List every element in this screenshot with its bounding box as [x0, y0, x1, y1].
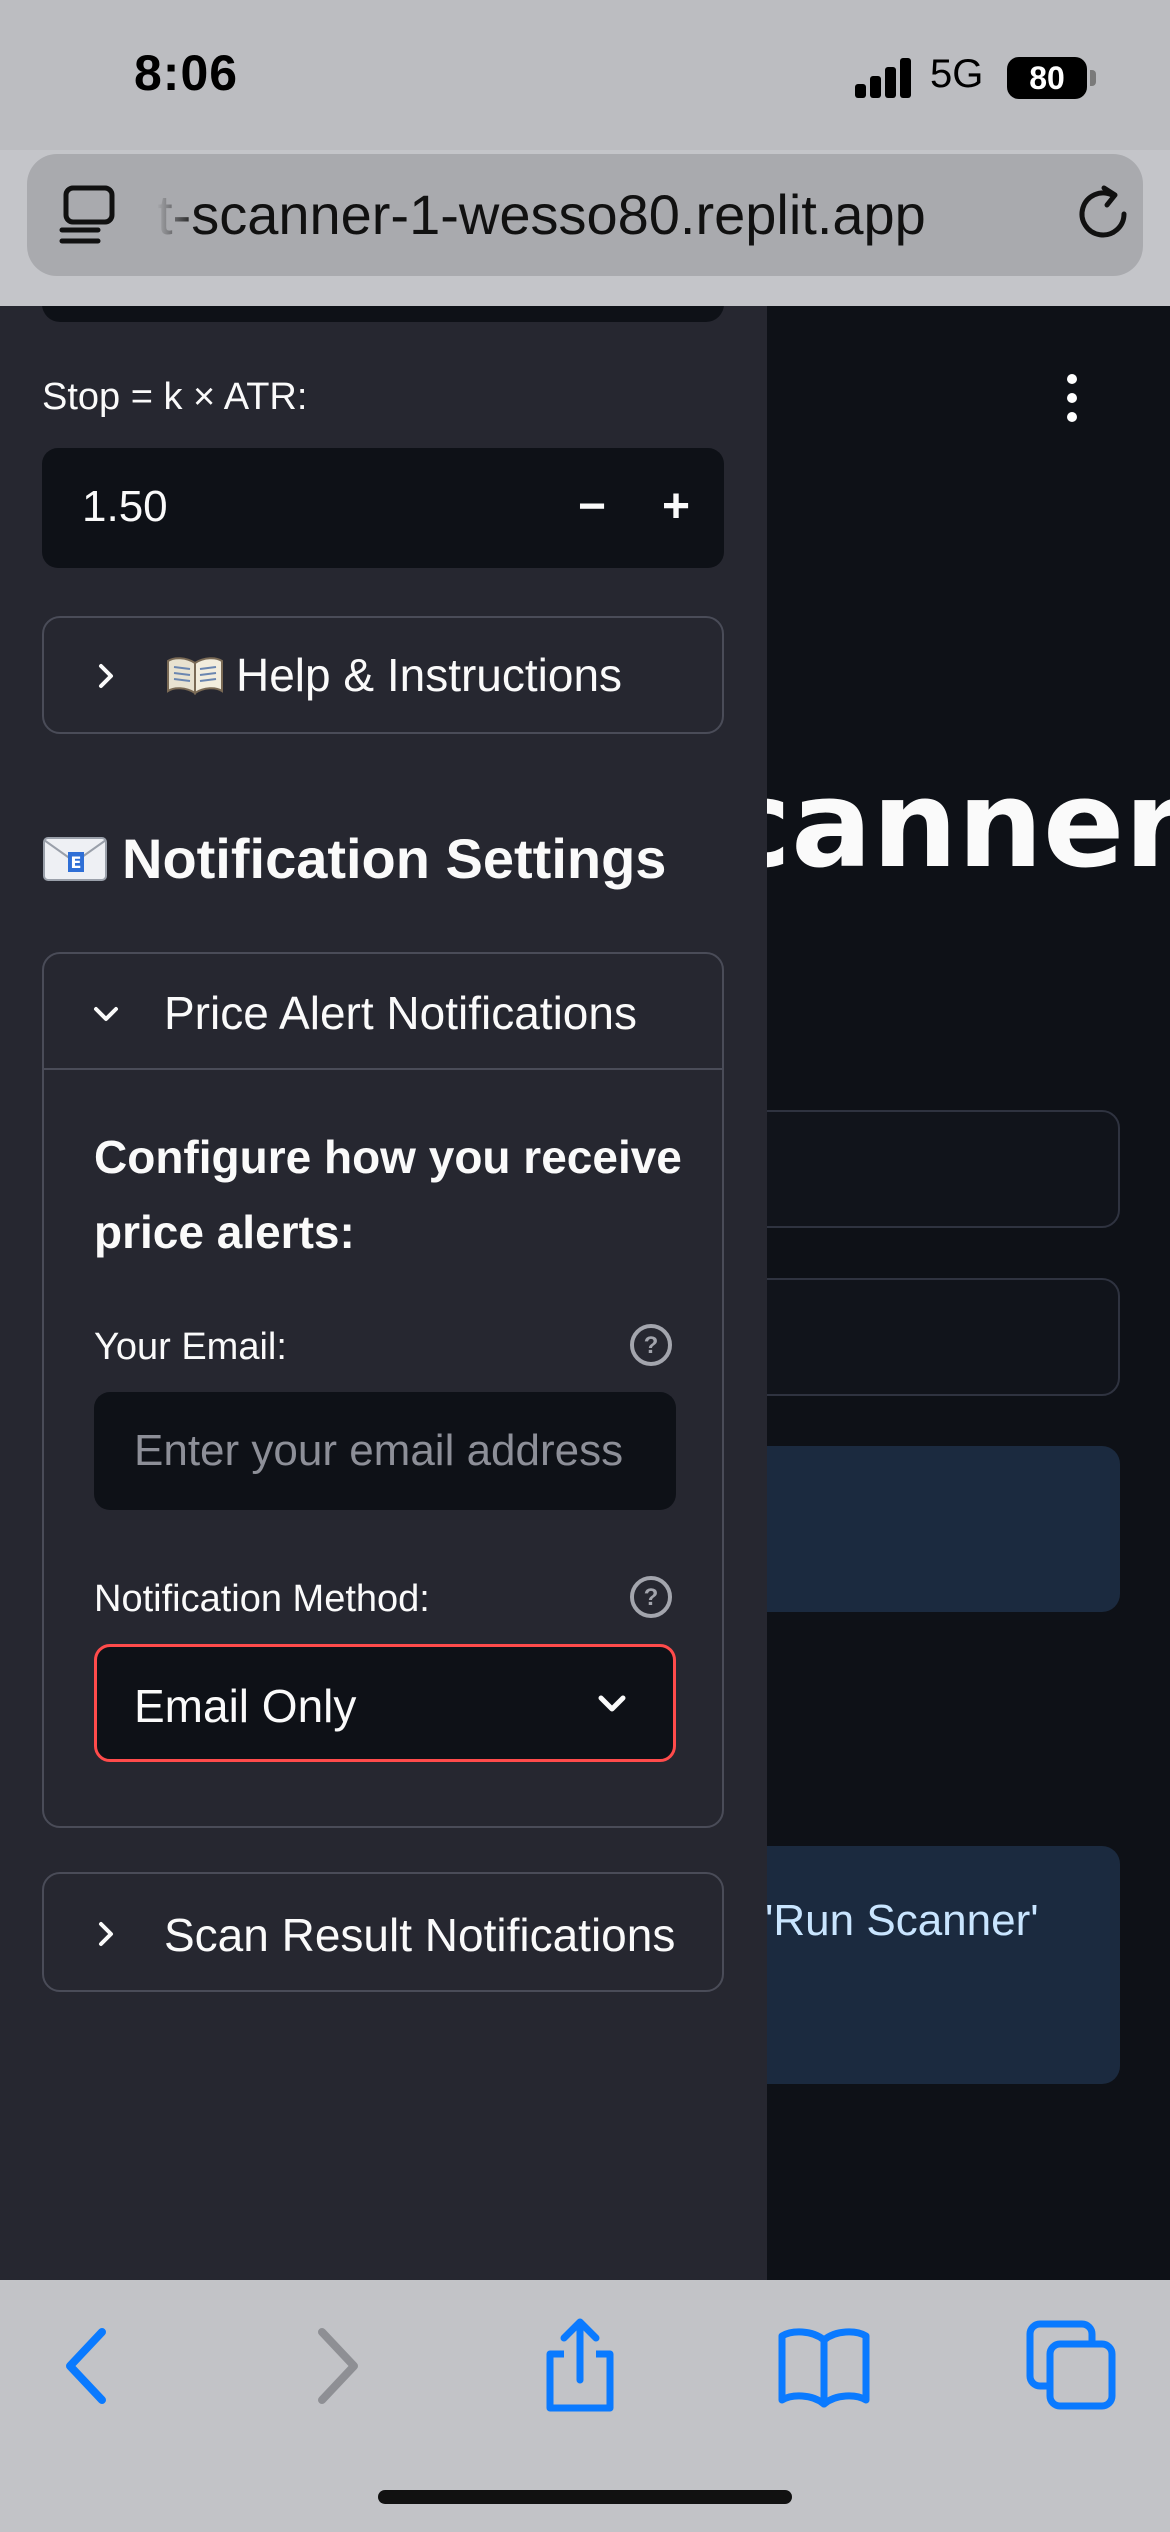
email-input[interactable] [94, 1392, 676, 1510]
home-indicator [378, 2490, 792, 2504]
status-bar: 8:06 5G 80 [0, 0, 1170, 150]
book-icon [167, 657, 223, 695]
email-field[interactable] [94, 1392, 676, 1510]
address-bar[interactable]: t-scanner-1-wesso80.replit.app [27, 154, 1143, 276]
svg-text:?: ? [644, 1332, 659, 1359]
url-text[interactable]: t-scanner-1-wesso80.replit.app [157, 182, 1047, 247]
reload-icon[interactable] [1074, 184, 1136, 246]
chevron-right-icon [99, 1922, 113, 1946]
help-expander-header[interactable]: Help & Instructions [44, 618, 722, 734]
battery-level: 80 [1029, 60, 1065, 96]
method-label: Notification Method: [94, 1578, 430, 1620]
price-alert-expander-label: Price Alert Notifications [164, 987, 637, 1039]
notification-settings-heading: E Notification Settings [42, 826, 666, 891]
help-icon[interactable]: ? [628, 1574, 674, 1620]
stop-atr-label: Stop = k × ATR: [42, 376, 308, 418]
help-expander[interactable]: Help & Instructions [42, 616, 724, 734]
previous-input[interactable] [42, 306, 724, 322]
help-icon[interactable]: ? [628, 1322, 674, 1368]
info-box [740, 1846, 1120, 2084]
scan-result-expander[interactable]: Scan Result Notifications [42, 1872, 724, 1992]
envelope-icon: E [43, 837, 107, 881]
svg-text:E: E [71, 853, 82, 872]
chevron-right-icon [99, 664, 113, 688]
stop-atr-input[interactable]: 1.50 − + [42, 448, 724, 568]
notification-method-value[interactable]: Email Only [134, 1679, 356, 1733]
price-alert-expander: Price Alert Notifications Configure how … [42, 952, 724, 1828]
share-icon[interactable] [530, 2316, 630, 2416]
scan-result-expander-header[interactable]: Scan Result Notifications [44, 1874, 722, 1990]
stop-atr-value[interactable]: 1.50 [82, 482, 168, 532]
email-label: Your Email: [94, 1326, 287, 1368]
signal-icon [855, 58, 913, 98]
url-fade [157, 174, 197, 254]
run-scanner-button[interactable] [740, 1446, 1120, 1612]
notification-method-select[interactable]: Email Only [94, 1644, 676, 1762]
notification-settings-label: Notification Settings [122, 827, 667, 890]
status-time: 8:06 [134, 45, 239, 101]
network-type: 5G [930, 52, 984, 96]
tabs-overview-icon[interactable] [1022, 2316, 1122, 2416]
svg-text:?: ? [644, 1584, 659, 1611]
tabs-icon[interactable] [58, 184, 116, 246]
battery-icon: 80 [1007, 57, 1096, 99]
main-input-2[interactable] [740, 1278, 1120, 1396]
forward-icon[interactable] [288, 2316, 388, 2416]
scan-result-expander-label: Scan Result Notifications [164, 1909, 676, 1961]
main-input-1[interactable] [740, 1110, 1120, 1228]
back-icon[interactable] [36, 2316, 136, 2416]
increment-button[interactable]: + [636, 468, 716, 548]
app-viewport: canner 'Run Scanner' Stop = k × ATR: 1.5… [0, 306, 1170, 2280]
main-title: canner [720, 756, 1170, 895]
chevron-down-icon [598, 1695, 626, 1712]
help-expander-title: Help & Instructions [166, 648, 622, 702]
decrement-button[interactable]: − [552, 468, 632, 548]
bookmarks-icon[interactable] [774, 2316, 874, 2416]
chevron-down-icon [94, 1007, 118, 1021]
main-menu-icon[interactable] [1060, 374, 1084, 422]
configure-text: Configure how you receive price alerts: [94, 1131, 682, 1258]
info-text: 'Run Scanner' [765, 1896, 1039, 1945]
price-alert-expander-header[interactable]: Price Alert Notifications [44, 954, 722, 1070]
sidebar: Stop = k × ATR: 1.50 − + Help & Instruct… [0, 306, 767, 2280]
help-expander-label: Help & Instructions [236, 649, 623, 701]
